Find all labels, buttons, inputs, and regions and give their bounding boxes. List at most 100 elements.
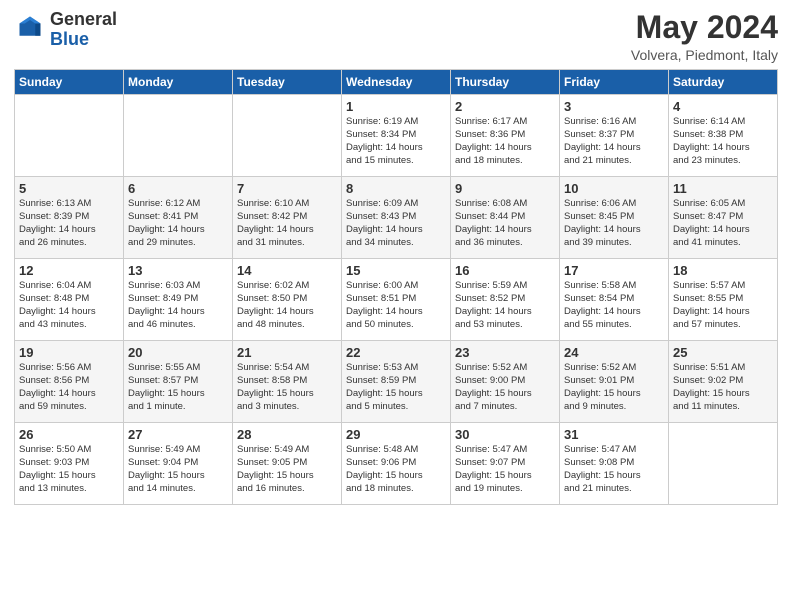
table-row: 8Sunrise: 6:09 AM Sunset: 8:43 PM Daylig… [342, 177, 451, 259]
day-number: 7 [237, 181, 337, 196]
day-info: Sunrise: 5:49 AM Sunset: 9:05 PM Dayligh… [237, 444, 337, 495]
table-row: 21 Sunrise: 5:54 AM Sunset: 8:58 PM Dayli… [233, 341, 342, 423]
day-info: Sunrise: 6:05 AM Sunset: 8:47 PM Dayligh… [673, 198, 773, 249]
day-info: Sunrise: 6:14 AM Sunset: 8:38 PM Dayligh… [673, 116, 773, 167]
col-monday: Monday [124, 70, 233, 95]
day-info: Sunrise: 5:59 AM Sunset: 8:52 PM Dayligh… [455, 280, 555, 331]
table-row: 16 Sunrise: 5:59 AM Sunset: 8:52 PM Dayli… [451, 259, 560, 341]
calendar-week-row: 5 Sunrise: 6:13 AM Sunset: 8:39 PM Daylig… [15, 177, 778, 259]
calendar-table: Sunday Monday Tuesday Wednesday Thursday… [14, 69, 778, 505]
table-row: 20 Sunrise: 5:55 AM Sunset: 8:57 PM Dayli… [124, 341, 233, 423]
day-number: 24 [564, 345, 664, 360]
table-row [124, 95, 233, 177]
table-row: 27Sunrise: 5:49 AM Sunset: 9:04 PM Dayli… [124, 423, 233, 505]
day-number: 6 [128, 181, 228, 196]
day-number: 3 [564, 99, 664, 114]
day-info: Sunrise: 5:48 AM Sunset: 9:06 PM Dayligh… [346, 444, 446, 495]
page-header: General Blue May 2024 Volvera, Piedmont,… [14, 10, 778, 63]
day-number: 19 [19, 345, 119, 360]
day-info: Sunrise: 6:10 AM Sunset: 8:42 PM Dayligh… [237, 198, 337, 249]
day-number: 13 [128, 263, 228, 278]
day-number: 1 [346, 99, 446, 114]
day-info: Sunrise: 6:19 AM Sunset: 8:34 PM Dayligh… [346, 116, 446, 167]
calendar-header-row: Sunday Monday Tuesday Wednesday Thursday… [15, 70, 778, 95]
table-row: 9 Sunrise: 6:08 AM Sunset: 8:44 PM Daylig… [451, 177, 560, 259]
day-number: 11 [673, 181, 773, 196]
table-row: 4 Sunrise: 6:14 AM Sunset: 8:38 PM Daylig… [669, 95, 778, 177]
day-number: 12 [19, 263, 119, 278]
day-info: Sunrise: 5:54 AM Sunset: 8:58 PM Dayligh… [237, 362, 337, 413]
table-row [233, 95, 342, 177]
logo-icon [16, 13, 44, 41]
table-row: 29 Sunrise: 5:48 AM Sunset: 9:06 PM Dayli… [342, 423, 451, 505]
day-info: Sunrise: 5:52 AM Sunset: 9:00 PM Dayligh… [455, 362, 555, 413]
calendar-week-row: 12 Sunrise: 6:04 AM Sunset: 8:48 PM Dayli… [15, 259, 778, 341]
day-info: Sunrise: 6:17 AM Sunset: 8:36 PM Dayligh… [455, 116, 555, 167]
col-thursday: Thursday [451, 70, 560, 95]
table-row: 22 Sunrise: 5:53 AM Sunset: 8:59 PM Dayli… [342, 341, 451, 423]
table-row: 2 Sunrise: 6:17 AM Sunset: 8:36 PM Daylig… [451, 95, 560, 177]
day-info: Sunrise: 6:13 AM Sunset: 8:39 PM Dayligh… [19, 198, 119, 249]
calendar-week-row: 19Sunrise: 5:56 AM Sunset: 8:56 PM Dayli… [15, 341, 778, 423]
day-info: Sunrise: 6:12 AM Sunset: 8:41 PM Dayligh… [128, 198, 228, 249]
table-row: 31Sunrise: 5:47 AM Sunset: 9:08 PM Dayli… [560, 423, 669, 505]
day-info: Sunrise: 5:55 AM Sunset: 8:57 PM Dayligh… [128, 362, 228, 413]
day-number: 27 [128, 427, 228, 442]
logo-general: General [50, 9, 117, 29]
day-info: Sunrise: 6:06 AM Sunset: 8:45 PM Dayligh… [564, 198, 664, 249]
day-info: Sunrise: 5:47 AM Sunset: 9:07 PM Dayligh… [455, 444, 555, 495]
day-number: 4 [673, 99, 773, 114]
col-friday: Friday [560, 70, 669, 95]
day-info: Sunrise: 6:08 AM Sunset: 8:44 PM Dayligh… [455, 198, 555, 249]
day-info: Sunrise: 6:04 AM Sunset: 8:48 PM Dayligh… [19, 280, 119, 331]
table-row: 12 Sunrise: 6:04 AM Sunset: 8:48 PM Dayli… [15, 259, 124, 341]
table-row: 23 Sunrise: 5:52 AM Sunset: 9:00 PM Dayli… [451, 341, 560, 423]
day-number: 2 [455, 99, 555, 114]
col-sunday: Sunday [15, 70, 124, 95]
day-number: 18 [673, 263, 773, 278]
day-number: 5 [19, 181, 119, 196]
col-tuesday: Tuesday [233, 70, 342, 95]
day-info: Sunrise: 5:51 AM Sunset: 9:02 PM Dayligh… [673, 362, 773, 413]
day-number: 15 [346, 263, 446, 278]
table-row: 1 Sunrise: 6:19 AM Sunset: 8:34 PM Daylig… [342, 95, 451, 177]
logo-blue: Blue [50, 29, 89, 49]
calendar-page: General Blue May 2024 Volvera, Piedmont,… [0, 0, 792, 612]
table-row: 11 Sunrise: 6:05 AM Sunset: 8:47 PM Dayli… [669, 177, 778, 259]
table-row: 28 Sunrise: 5:49 AM Sunset: 9:05 PM Dayli… [233, 423, 342, 505]
table-row: 24Sunrise: 5:52 AM Sunset: 9:01 PM Dayli… [560, 341, 669, 423]
day-number: 17 [564, 263, 664, 278]
day-number: 21 [237, 345, 337, 360]
table-row: 10 Sunrise: 6:06 AM Sunset: 8:45 PM Dayli… [560, 177, 669, 259]
day-number: 14 [237, 263, 337, 278]
day-info: Sunrise: 6:00 AM Sunset: 8:51 PM Dayligh… [346, 280, 446, 331]
calendar-week-row: 26 Sunrise: 5:50 AM Sunset: 9:03 PM Dayli… [15, 423, 778, 505]
col-saturday: Saturday [669, 70, 778, 95]
day-info: Sunrise: 6:03 AM Sunset: 8:49 PM Dayligh… [128, 280, 228, 331]
day-info: Sunrise: 5:50 AM Sunset: 9:03 PM Dayligh… [19, 444, 119, 495]
day-number: 29 [346, 427, 446, 442]
table-row: 7 Sunrise: 6:10 AM Sunset: 8:42 PM Daylig… [233, 177, 342, 259]
day-number: 20 [128, 345, 228, 360]
day-number: 16 [455, 263, 555, 278]
table-row: 14Sunrise: 6:02 AM Sunset: 8:50 PM Dayli… [233, 259, 342, 341]
day-number: 23 [455, 345, 555, 360]
day-info: Sunrise: 5:53 AM Sunset: 8:59 PM Dayligh… [346, 362, 446, 413]
table-row: 15 Sunrise: 6:00 AM Sunset: 8:51 PM Dayli… [342, 259, 451, 341]
day-number: 9 [455, 181, 555, 196]
table-row: 13 Sunrise: 6:03 AM Sunset: 8:49 PM Dayli… [124, 259, 233, 341]
table-row: 3Sunrise: 6:16 AM Sunset: 8:37 PM Daylig… [560, 95, 669, 177]
day-number: 30 [455, 427, 555, 442]
day-number: 22 [346, 345, 446, 360]
table-row: 6 Sunrise: 6:12 AM Sunset: 8:41 PM Daylig… [124, 177, 233, 259]
calendar-location: Volvera, Piedmont, Italy [631, 47, 778, 63]
logo-text: General Blue [50, 10, 117, 50]
day-number: 10 [564, 181, 664, 196]
calendar-title: May 2024 [631, 10, 778, 45]
day-info: Sunrise: 6:09 AM Sunset: 8:43 PM Dayligh… [346, 198, 446, 249]
table-row: 26 Sunrise: 5:50 AM Sunset: 9:03 PM Dayli… [15, 423, 124, 505]
day-number: 28 [237, 427, 337, 442]
title-block: May 2024 Volvera, Piedmont, Italy [631, 10, 778, 63]
table-row: 5 Sunrise: 6:13 AM Sunset: 8:39 PM Daylig… [15, 177, 124, 259]
day-number: 26 [19, 427, 119, 442]
